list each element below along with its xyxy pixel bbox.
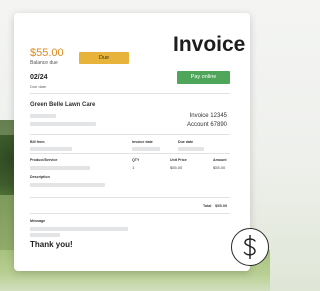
- company-name: Green Belle Lawn Care: [30, 102, 96, 108]
- qty-label: QTY: [132, 158, 140, 162]
- divider: [30, 153, 230, 154]
- address-line: [30, 114, 56, 118]
- product-service-value: [30, 166, 90, 170]
- due-date-column-label: Due date: [178, 140, 194, 144]
- amount-column-label: Amount: [213, 158, 227, 162]
- bill-from-value: [30, 147, 72, 151]
- invoice-title: Invoice: [173, 33, 246, 56]
- message-label: Message: [30, 219, 46, 223]
- divider: [30, 213, 230, 214]
- amount-due: $55.00: [30, 47, 64, 59]
- message-line: [30, 233, 60, 237]
- due-date-column-value: [178, 147, 204, 151]
- balance-due-label: Balance due: [30, 60, 58, 66]
- line-item-amount: $55.00: [213, 165, 226, 170]
- message-line: [30, 227, 128, 231]
- address-line: [30, 122, 96, 126]
- line-item-unit-price: $55.00: [170, 165, 183, 170]
- description-value: [30, 183, 105, 187]
- thank-you-message: Thank you!: [30, 240, 73, 249]
- divider: [30, 197, 230, 198]
- pay-online-button[interactable]: Pay online: [177, 71, 230, 84]
- due-button[interactable]: Due: [79, 52, 129, 64]
- total-label: Total: [203, 204, 212, 208]
- due-date-label: Due date: [30, 84, 47, 89]
- dollar-icon: [231, 228, 269, 266]
- invoice-date-value: [132, 147, 160, 151]
- divider: [30, 134, 230, 135]
- bill-from-label: Bill from: [30, 140, 45, 144]
- divider: [30, 93, 230, 94]
- account-number: Account 67890: [186, 122, 227, 128]
- invoice-number: Invoice 12345: [189, 113, 227, 119]
- line-item-qty: 1: [132, 165, 135, 170]
- due-date-value: 02/24: [30, 74, 48, 81]
- unit-price-label: Unit Price: [170, 158, 187, 162]
- product-service-label: Product/Service: [30, 158, 58, 162]
- dollar-icon-glyph: [243, 235, 256, 259]
- total-value: $55.00: [215, 203, 228, 208]
- invoice-date-label: Invoice date: [132, 140, 153, 144]
- description-label: Description: [30, 175, 50, 179]
